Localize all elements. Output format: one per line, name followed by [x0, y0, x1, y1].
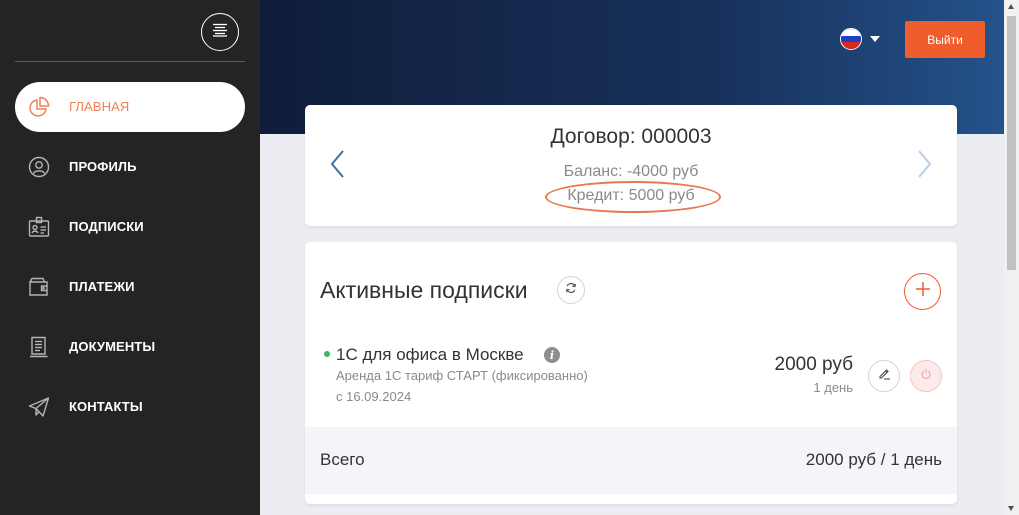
sidebar-item-label: ГЛАВНАЯ [69, 99, 130, 114]
edit-subscription-button[interactable] [868, 360, 900, 392]
subscription-description: Аренда 1С тариф СТАРТ (фиксированно) [336, 368, 588, 383]
sidebar-item-documents[interactable]: ДОКУМЕНТЫ [15, 322, 245, 372]
scroll-down-arrow-icon[interactable] [1008, 506, 1014, 511]
subscriptions-card: Активные подписки 1С для офиса в Москве … [305, 242, 957, 504]
menu-toggle-button[interactable] [201, 13, 239, 51]
scroll-up-arrow-icon[interactable] [1008, 4, 1014, 9]
subscription-period: 1 день [813, 380, 853, 395]
logout-button[interactable]: Выйти [905, 21, 985, 58]
sidebar: ГЛАВНАЯ ПРОФИЛЬ ПОДПИСКИ ПЛАТЕЖИ ДОКУМЕН… [0, 0, 260, 515]
language-selector[interactable] [840, 28, 880, 50]
chevron-right-icon [911, 150, 935, 183]
refresh-button[interactable] [557, 276, 585, 304]
contract-card: Договор: 000003 Баланс: -4000 руб Кредит… [305, 105, 957, 226]
page-scrollbar[interactable] [1004, 0, 1019, 515]
wallet-icon [27, 275, 51, 299]
subscription-price: 2000 руб [774, 354, 854, 375]
info-icon[interactable]: i [544, 347, 560, 363]
power-icon [920, 367, 932, 385]
sidebar-item-profile[interactable]: ПРОФИЛЬ [15, 142, 245, 192]
sidebar-item-payments[interactable]: ПЛАТЕЖИ [15, 262, 245, 312]
total-value: 2000 руб / 1 день [805, 450, 942, 469]
sidebar-item-subscriptions[interactable]: ПОДПИСКИ [15, 202, 245, 252]
hamburger-align-icon [212, 23, 228, 42]
chevron-down-icon [870, 36, 880, 42]
sidebar-item-label: ПЛАТЕЖИ [69, 279, 135, 294]
disable-subscription-button[interactable] [910, 360, 942, 392]
sidebar-item-contacts[interactable]: КОНТАКТЫ [15, 382, 245, 432]
subscription-start-date: с 16.09.2024 [336, 389, 412, 404]
scrollbar-thumb[interactable] [1007, 16, 1016, 270]
refresh-icon [565, 281, 577, 299]
sidebar-item-label: ПРОФИЛЬ [69, 159, 137, 174]
contract-credit: Кредит: 5000 руб [567, 187, 695, 204]
total-label: Всего [320, 450, 365, 469]
subscription-name: 1С для офиса в Москве [336, 345, 524, 364]
sidebar-divider [15, 61, 245, 62]
russia-flag-icon [840, 28, 862, 50]
id-badge-icon [27, 215, 51, 239]
pencil-icon [878, 367, 891, 385]
sidebar-item-label: ПОДПИСКИ [69, 219, 144, 234]
add-subscription-button[interactable] [904, 273, 941, 310]
status-active-dot [324, 351, 330, 357]
document-icon [27, 335, 51, 359]
sidebar-item-home[interactable]: ГЛАВНАЯ [15, 82, 245, 132]
plus-icon [915, 281, 931, 302]
pie-chart-icon [27, 95, 51, 119]
total-row: Всего 2000 руб / 1 день [305, 427, 957, 494]
user-circle-icon [27, 155, 51, 179]
contract-title: Договор: 000003 [550, 125, 712, 148]
subscriptions-title: Активные подписки [320, 277, 528, 303]
subscription-row: 1С для офиса в Москве i Аренда 1С тариф … [305, 334, 957, 414]
next-contract-button[interactable] [911, 149, 935, 179]
contract-balance: Баланс: -4000 руб [563, 163, 699, 180]
sidebar-item-label: КОНТАКТЫ [69, 399, 143, 414]
sidebar-item-label: ДОКУМЕНТЫ [69, 339, 156, 354]
paper-plane-icon [27, 395, 51, 419]
